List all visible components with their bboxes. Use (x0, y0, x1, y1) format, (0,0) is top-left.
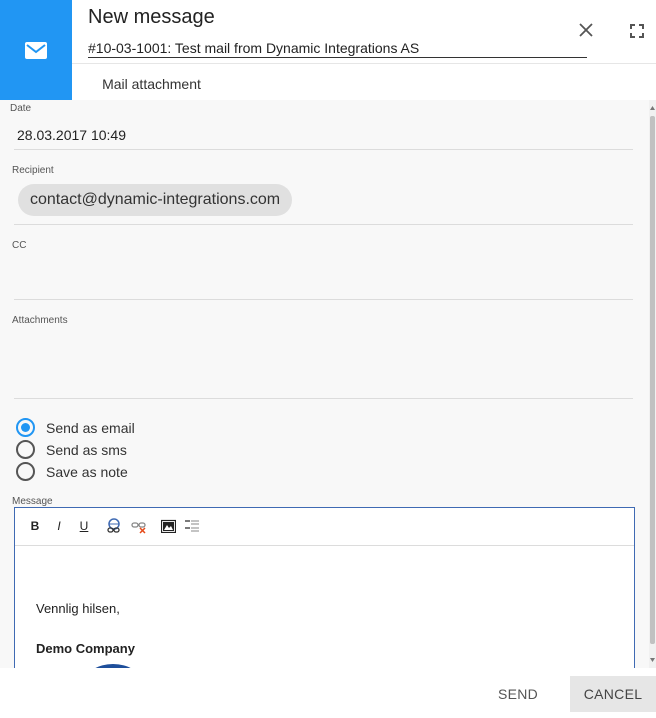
mail-tile (0, 0, 72, 100)
fullscreen-icon (630, 24, 644, 38)
date-underline (14, 149, 633, 150)
close-icon (579, 23, 593, 37)
cancel-button[interactable]: CANCEL (570, 676, 656, 712)
scrollbar[interactable] (649, 100, 656, 668)
editor-greeting: Vennlig hilsen, (36, 601, 120, 616)
remove-link-icon (131, 522, 146, 534)
radio-send-sms[interactable]: Send as sms (16, 440, 127, 459)
radio-label: Send as sms (46, 441, 127, 458)
scroll-thumb[interactable] (650, 116, 655, 644)
scroll-up-icon[interactable] (649, 104, 656, 112)
message-label: Message (12, 496, 53, 507)
company-logo (77, 660, 137, 668)
envelope-icon (25, 41, 47, 59)
bold-button[interactable]: B (28, 518, 42, 534)
send-button[interactable]: SEND (484, 676, 552, 712)
bold-icon: B (30, 519, 40, 533)
editor-company: Demo Company (36, 641, 135, 656)
tab-mail-attachment[interactable]: Mail attachment (91, 64, 212, 104)
date-label: Date (10, 103, 32, 114)
recipient-underline (14, 224, 633, 225)
insert-image-icon (160, 519, 176, 533)
attachments-field[interactable] (14, 329, 633, 397)
format-paragraph-button[interactable] (184, 518, 200, 534)
dialog-footer: SEND CANCEL (0, 668, 656, 718)
insert-link-icon (107, 518, 120, 533)
date-field[interactable]: 28.03.2017 10:49 (17, 127, 126, 143)
subject-field[interactable]: #10-03-1001: Test mail from Dynamic Inte… (88, 38, 587, 58)
message-editor[interactable]: B I U Vennlig hilsen, Demo Company (14, 507, 635, 668)
fullscreen-button[interactable] (626, 20, 648, 42)
format-paragraph-icon (184, 520, 199, 532)
insert-link-button[interactable] (105, 518, 123, 534)
recipient-label: Recipient (12, 165, 54, 176)
recipient-chip[interactable]: contact@dynamic-integrations.com (18, 184, 293, 216)
italic-button[interactable]: I (52, 518, 66, 534)
radio-send-email[interactable]: Send as email (16, 418, 135, 437)
underline-button[interactable]: U (77, 518, 91, 534)
cc-underline (14, 299, 633, 300)
radio-save-note[interactable]: Save as note (16, 462, 128, 481)
radio-button[interactable] (16, 440, 35, 459)
editor-toolbar: B I U (15, 508, 634, 546)
dialog-title: New message (88, 6, 215, 28)
insert-image-button[interactable] (160, 518, 176, 534)
scroll-down-icon[interactable] (649, 656, 656, 664)
message-form: Date 28.03.2017 10:49 Recipient contact@… (0, 100, 656, 668)
cc-field[interactable] (14, 254, 633, 298)
attachments-underline (14, 398, 633, 399)
remove-link-button[interactable] (130, 518, 148, 534)
radio-label: Send as email (46, 419, 135, 436)
close-button[interactable] (574, 18, 598, 42)
attachments-label: Attachments (12, 315, 68, 326)
italic-icon: I (57, 519, 61, 533)
radio-button[interactable] (16, 462, 35, 481)
cc-label: CC (12, 240, 27, 251)
radio-label: Save as note (46, 463, 128, 480)
underline-icon: U (79, 519, 89, 533)
dialog-header: New message #10-03-1001: Test mail from … (0, 0, 656, 104)
radio-button-checked[interactable] (16, 418, 35, 437)
